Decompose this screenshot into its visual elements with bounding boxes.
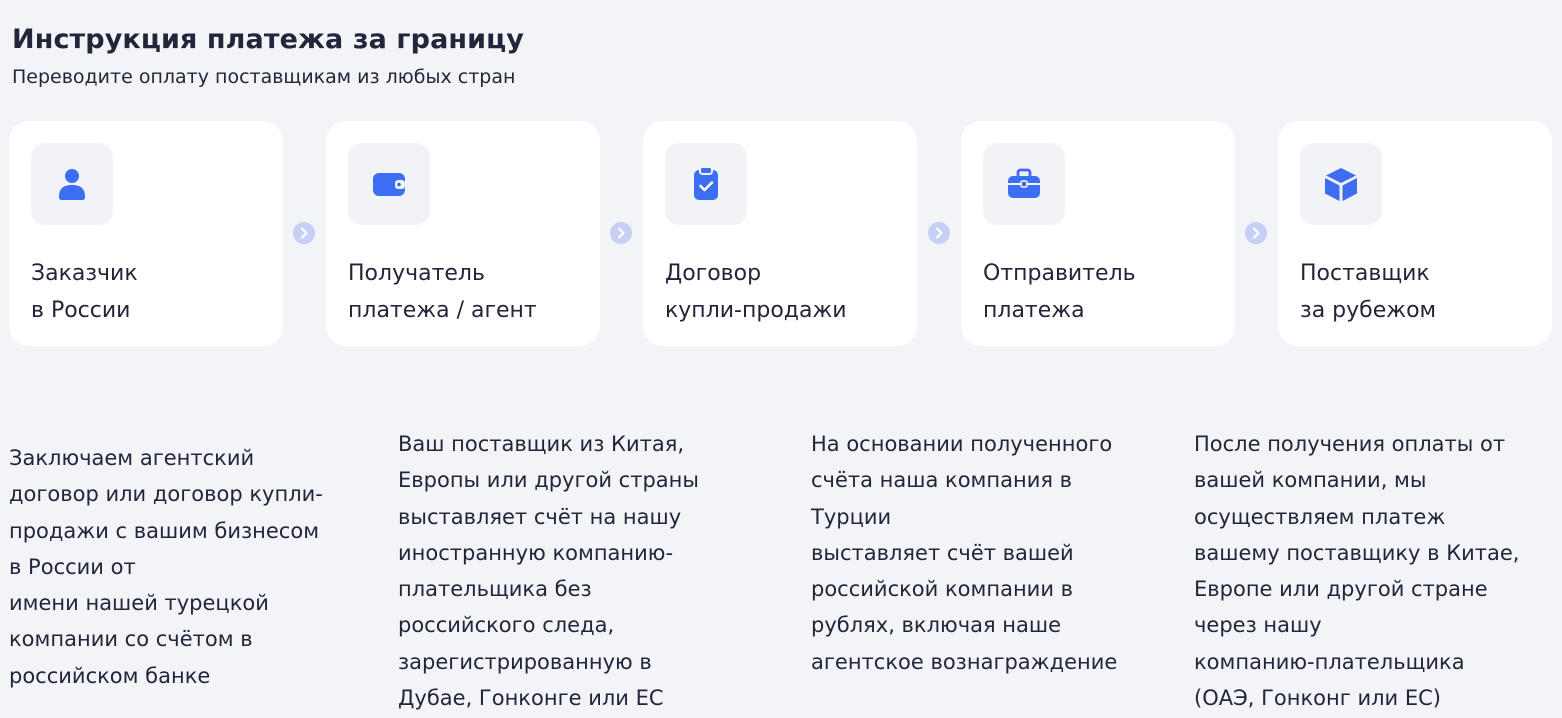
- chevron-right-icon: [610, 222, 632, 244]
- clipboard-check-icon: [694, 166, 718, 200]
- wallet-icon: [373, 173, 405, 196]
- step-description-3: На основании полученного счёта наша комп…: [811, 432, 1118, 674]
- step-label: Отправитель платежа: [983, 261, 1136, 323]
- step-card-supplier: Поставщик за рубежом: [1278, 121, 1552, 346]
- step-description-2: Ваш поставщик из Китая, Европы или друго…: [398, 432, 699, 711]
- step-label: Получатель платежа / агент: [348, 261, 537, 323]
- step-label: Договор купли-продажи: [665, 261, 847, 323]
- step-label: Заказчик в России: [31, 261, 138, 323]
- step-card-sender: Отправитель платежа: [961, 121, 1235, 346]
- chevron-right-icon: [928, 222, 950, 244]
- step-description-1: Заключаем агентский договор или договор …: [9, 446, 323, 688]
- page-subtitle: Переводите оплату поставщикам из любых с…: [12, 66, 516, 88]
- step-icon-tile: [665, 143, 747, 225]
- user-icon: [59, 169, 85, 200]
- step-label: Поставщик за рубежом: [1300, 261, 1437, 323]
- briefcase-icon: [1008, 168, 1040, 198]
- chevron-right-icon: [1245, 222, 1267, 244]
- step-description-4: После получения оплаты от вашей компании…: [1194, 432, 1520, 711]
- step-icon-tile: [983, 143, 1065, 225]
- step-card-customer: Заказчик в России: [9, 121, 283, 346]
- box-icon: [1325, 168, 1357, 201]
- step-card-recipient: Получатель платежа / агент: [326, 121, 600, 346]
- page-title: Инструкция платежа за границу: [12, 24, 524, 55]
- step-icon-tile: [348, 143, 430, 225]
- step-icon-tile: [1300, 143, 1382, 225]
- step-icon-tile: [31, 143, 113, 225]
- step-card-contract: Договор купли-продажи: [643, 121, 917, 346]
- chevron-right-icon: [293, 222, 315, 244]
